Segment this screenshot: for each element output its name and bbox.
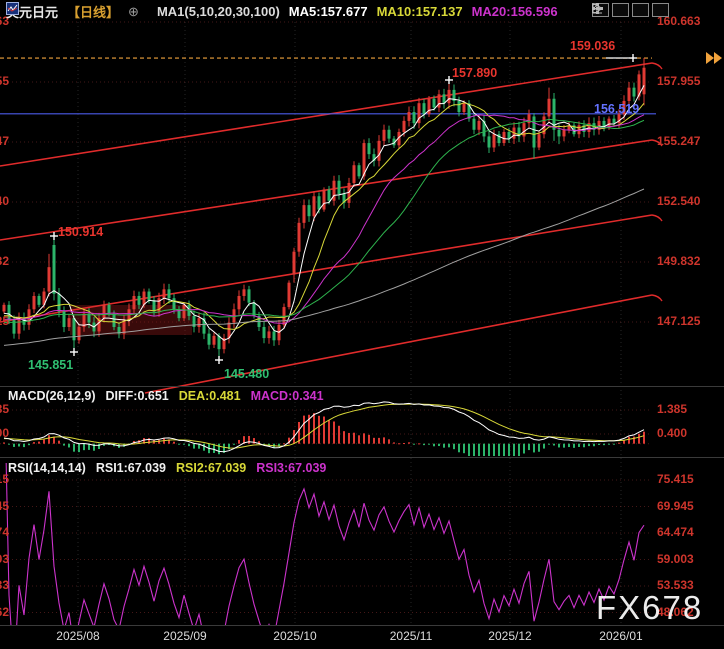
- macd-dea-value: DEA:0.481: [179, 389, 241, 403]
- chart-toolbar: [592, 3, 669, 17]
- macd-axis-label: 0.400: [657, 426, 721, 440]
- x-axis-month-label[interactable]: 2025/11: [376, 629, 446, 643]
- rsi3-value: RSI3:67.039: [256, 461, 326, 475]
- ma20-value: MA20:156.596: [472, 4, 558, 19]
- rsi-axis-left-fragment: 48.062: [0, 605, 9, 619]
- price-alert-marker-icon: [706, 52, 722, 64]
- price-axis-label: 147.125: [657, 314, 721, 328]
- price-annotation-label: 150.914: [58, 225, 103, 239]
- rsi-magenta-line: [4, 361, 644, 649]
- chart-header: 美元日元 【日线】 ⊕ MA1(5,10,20,30,100) MA5:157.…: [6, 2, 558, 21]
- expand-icon[interactable]: ⊕: [128, 4, 139, 20]
- rsi-axis-label: 75.415: [657, 472, 721, 486]
- ma-settings-label[interactable]: MA1(5,10,20,30,100): [157, 4, 280, 19]
- x-axis-scale-icon[interactable]: [632, 3, 649, 17]
- price-axis-left-fragment: 157.955: [0, 74, 9, 88]
- chart-window: 美元日元 【日线】 ⊕ MA1(5,10,20,30,100) MA5:157.…: [0, 0, 724, 649]
- rsi-header: RSI(14,14,14) RSI1:67.039 RSI2:67.039 RS…: [8, 461, 326, 475]
- macd-axis-label: 1.385: [657, 402, 721, 416]
- rsi-axis-left-fragment: 53.533: [0, 578, 9, 592]
- rsi1-value: RSI1:67.039: [96, 461, 166, 475]
- x-axis-month-label[interactable]: 2025/10: [260, 629, 330, 643]
- price-axis-label: 157.955: [657, 74, 721, 88]
- rsi-line: [4, 361, 644, 649]
- ma10-value: MA10:157.137: [377, 4, 463, 19]
- macd-axis-left-fragment: 0.400: [0, 426, 9, 440]
- chart-canvas[interactable]: [0, 0, 724, 649]
- price-annotation-label: 145.851: [28, 358, 73, 372]
- macd-diff-value: DIFF:0.651: [106, 389, 169, 403]
- price-axis-left-fragment: 149.832: [0, 254, 9, 268]
- pan-right-icon[interactable]: [652, 3, 669, 17]
- rsi-gridlines: [0, 480, 652, 613]
- ma20-line: [4, 115, 644, 323]
- macd-title[interactable]: MACD(26,12,9): [8, 389, 96, 403]
- price-axis-left-fragment: 152.540: [0, 194, 9, 208]
- x-axis-month-label[interactable]: 2025/12: [475, 629, 545, 643]
- ma5-line: [4, 85, 644, 340]
- x-axis-month-label[interactable]: 2026/01: [586, 629, 656, 643]
- price-annotation-label: 156.519: [594, 102, 639, 116]
- x-axis-month-label[interactable]: 2025/08: [43, 629, 113, 643]
- macd-header: MACD(26,12,9) DIFF:0.651 DEA:0.481 MACD:…: [8, 389, 324, 403]
- price-axis-label: 155.247: [657, 134, 721, 148]
- rsi-title[interactable]: RSI(14,14,14): [8, 461, 86, 475]
- rsi-axis-left-fragment: 59.003: [0, 552, 9, 566]
- price-axis-left-fragment: 155.247: [0, 134, 9, 148]
- price-axis-label: 149.832: [657, 254, 721, 268]
- price-axis-left-fragment: 147.125: [0, 314, 9, 328]
- ma5-value: MA5:157.677: [289, 4, 368, 19]
- macd-gridlines: [0, 410, 652, 444]
- price-annotation-label: 157.890: [452, 66, 497, 80]
- macd-axis-left-fragment: 1.385: [0, 402, 9, 416]
- macd-histogram: [3, 413, 645, 465]
- period-label[interactable]: 【日线】: [67, 2, 119, 21]
- price-axis-label: 152.540: [657, 194, 721, 208]
- x-axis-month-label[interactable]: 2025/09: [150, 629, 220, 643]
- rsi-axis-left-fragment: 64.474: [0, 525, 9, 539]
- rsi-axis-label: 64.474: [657, 525, 721, 539]
- macd-value: MACD:0.341: [251, 389, 324, 403]
- price-annotation-label: 145.480: [224, 367, 269, 381]
- price-annotation-label: 159.036: [570, 39, 615, 53]
- y-axis-scale-icon[interactable]: [612, 3, 629, 17]
- rsi-axis-label: 69.945: [657, 499, 721, 513]
- rsi-axis-label: 59.003: [657, 552, 721, 566]
- rsi-axis-left-fragment: 69.945: [0, 499, 9, 513]
- fx678-watermark: FX678: [596, 589, 703, 627]
- rsi2-value: RSI2:67.039: [176, 461, 246, 475]
